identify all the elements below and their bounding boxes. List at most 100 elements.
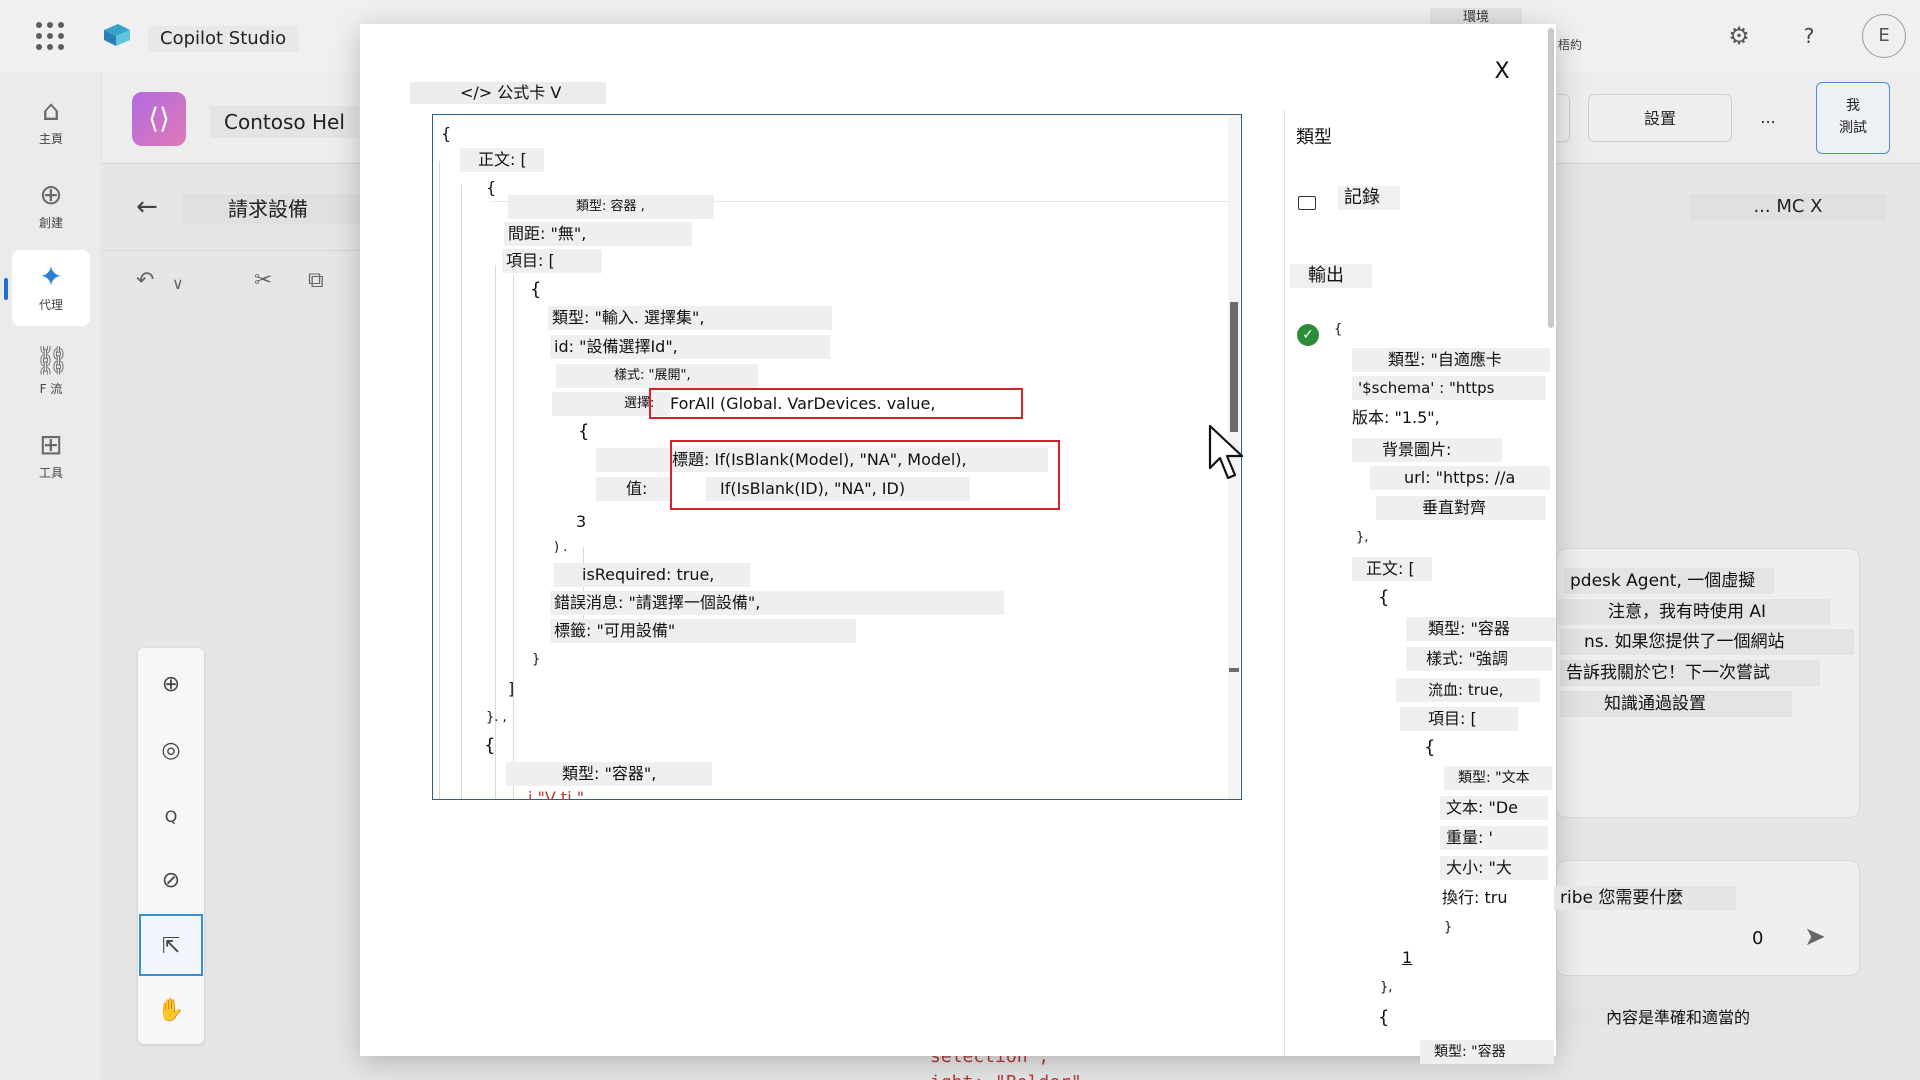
output-line: 換行: tru <box>1442 888 1508 907</box>
help-icon[interactable]: ? <box>1795 22 1823 50</box>
toolbar-divider <box>102 250 362 251</box>
nav-tools-label: 工具 <box>38 466 63 480</box>
code-line: 錯誤消息: "請選擇一個設備", <box>550 591 1004 615</box>
code-line: }. , <box>486 710 507 725</box>
cut-icon[interactable]: ✂ <box>254 268 272 293</box>
code-line: 正文: [ <box>460 148 544 172</box>
code-line: { <box>578 421 590 442</box>
test-pane-header[interactable]: ... MC X <box>1690 194 1886 220</box>
chat-input-box[interactable] <box>1556 860 1860 976</box>
nav-agents[interactable]: ✦ 代理 <box>4 250 90 326</box>
app-launcher-icon[interactable] <box>36 22 64 50</box>
close-button[interactable]: X <box>1490 58 1514 86</box>
test-button[interactable]: 我 測試 <box>1816 82 1890 154</box>
test-button-line1: 我 <box>1846 98 1860 114</box>
nav-flows[interactable]: ⛓ F 流 <box>12 334 90 410</box>
output-line: 類型: "文本 <box>1444 766 1552 790</box>
nav-create-label: 創建 <box>38 216 63 230</box>
tools-icon: ⊞ <box>39 428 63 461</box>
editor-scroll-marker <box>1229 668 1239 672</box>
check-success-icon: ✓ <box>1297 324 1319 346</box>
settings-gear-icon[interactable]: ⚙ <box>1725 22 1753 50</box>
nav-home[interactable]: ⌂ 主頁 <box>12 84 90 160</box>
zoom-out-icon[interactable]: Q <box>139 786 203 848</box>
record-checkbox-icon[interactable] <box>1298 196 1316 210</box>
output-line: 1 <box>1402 948 1413 967</box>
dialog-scrollbar[interactable] <box>1548 28 1554 328</box>
code-line: 項目: [ <box>502 249 602 273</box>
flows-icon: ⛓ <box>34 344 70 377</box>
code-line: } <box>532 652 541 667</box>
chat-line: pdesk Agent, 一個虛擬 <box>1564 568 1774 594</box>
output-line: 類型: "自適應卡 <box>1352 348 1550 372</box>
output-line: 樣式: "強調 <box>1406 647 1552 671</box>
indent-guide <box>513 275 514 799</box>
output-line: { <box>1378 1007 1390 1028</box>
type-label: 類型 <box>1296 127 1332 148</box>
output-line: 版本: "1.5", <box>1352 408 1440 427</box>
output-line: 背景圖片: <box>1352 438 1502 462</box>
center-view-icon[interactable]: ◎ <box>139 720 203 782</box>
code-line: { <box>441 124 452 143</box>
code-line: 類型: "容器", <box>506 762 712 786</box>
zoom-in-icon[interactable]: ⊕ <box>139 654 203 716</box>
output-line: } <box>1444 920 1453 935</box>
chevron-down-icon[interactable]: ∨ <box>172 274 184 293</box>
chat-line: ns. 如果您提供了一個網站 <box>1560 629 1854 655</box>
code-line: ] <box>508 679 515 698</box>
environment-name[interactable]: 梧約 <box>1558 36 1582 53</box>
editor-scrollbar-thumb[interactable] <box>1230 302 1238 432</box>
indent-guide <box>461 185 462 799</box>
user-avatar[interactable]: E <box>1862 14 1906 58</box>
output-label: 輸出 <box>1290 264 1372 288</box>
background-code-line: ight: "Bolder" <box>930 1070 1082 1080</box>
chat-line: 告訴我關於它！下一次嘗試 <box>1560 660 1820 686</box>
output-line: 類型: "容器 <box>1406 617 1556 641</box>
code-line: ) . <box>554 540 568 555</box>
send-icon[interactable]: ➤ <box>1804 922 1826 952</box>
char-count: 0 <box>1752 928 1764 949</box>
code-line: 類型: "輸入. 選擇集", <box>548 306 832 330</box>
output-line: 類型: "容器 <box>1420 1040 1554 1064</box>
home-icon: ⌂ <box>42 94 60 127</box>
code-line: 值: <box>596 477 670 501</box>
code-line: id: "設備選擇Id", <box>550 335 830 359</box>
minimap-icon[interactable]: ⊘ <box>139 850 203 912</box>
code-line: 3 <box>576 512 587 531</box>
copy-icon[interactable]: ⧉ <box>308 268 324 293</box>
code-line: 間距: "無", <box>504 222 692 246</box>
output-line: 大小: "大 <box>1440 856 1548 880</box>
mouse-pointer-icon <box>1208 424 1244 480</box>
app-title: Copilot Studio <box>148 26 299 52</box>
indent-guide <box>439 161 440 799</box>
agent-avatar-icon: ⟨⟩ <box>132 92 186 146</box>
settings-button[interactable]: 設置 <box>1588 94 1732 142</box>
nav-create[interactable]: ⊕ 創建 <box>12 168 90 244</box>
dialog-title[interactable]: </> 公式卡 V <box>410 82 606 104</box>
output-line: '$schema' : "https <box>1352 376 1546 400</box>
code-line: i "V ti " <box>528 788 585 800</box>
chat-input-text[interactable]: ribe 您需要什麼 <box>1554 886 1736 910</box>
output-line: 文本: "De <box>1440 796 1548 820</box>
canvas-tool-panel: ⊕ ◎ Q ⊘ ⇱ ✋ <box>138 648 204 1044</box>
nav-tools[interactable]: ⊞ 工具 <box>12 418 90 494</box>
record-label[interactable]: 記錄 <box>1338 186 1400 210</box>
highlight-box-title-value <box>670 440 1060 510</box>
undo-icon[interactable]: ↶ <box>136 268 154 293</box>
code-line: { <box>530 279 542 300</box>
output-line: 正文: [ <box>1352 557 1432 581</box>
code-line: 樣式: "展開", <box>556 364 758 388</box>
more-options-button[interactable]: ... <box>1748 94 1788 142</box>
output-line: { <box>1334 322 1343 337</box>
panel-divider <box>1284 110 1285 1056</box>
agent-name: Contoso Hel <box>210 106 359 138</box>
back-arrow-icon[interactable]: ← <box>136 192 158 222</box>
topic-title[interactable]: 請求設備 <box>182 194 362 224</box>
nav-agents-label: 代理 <box>38 298 63 312</box>
pan-hand-icon[interactable]: ✋ <box>139 980 203 1042</box>
nav-flows-label: F 流 <box>39 382 63 396</box>
highlight-box-choices <box>649 388 1023 419</box>
output-line: }, <box>1356 530 1369 545</box>
agents-icon: ✦ <box>39 260 63 293</box>
select-pointer-icon[interactable]: ⇱ <box>139 914 203 976</box>
